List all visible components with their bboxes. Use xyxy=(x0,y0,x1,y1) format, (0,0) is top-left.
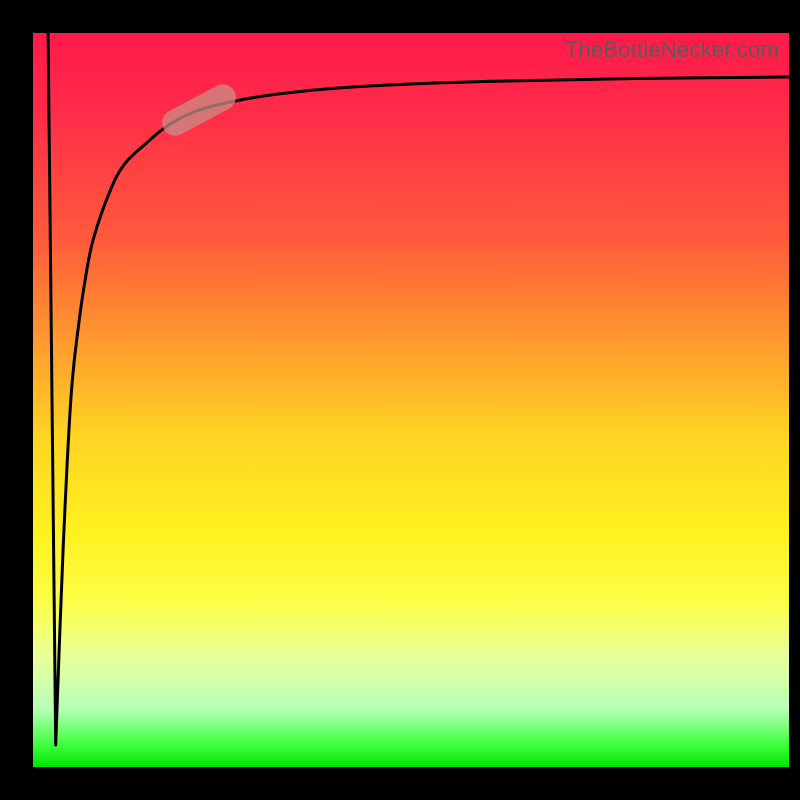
chart-container: TheBottleNecker.com xyxy=(0,0,800,800)
curve-layer xyxy=(33,33,789,767)
bottleneck-curve xyxy=(48,33,789,745)
chart-plot-area: TheBottleNecker.com xyxy=(33,33,789,767)
